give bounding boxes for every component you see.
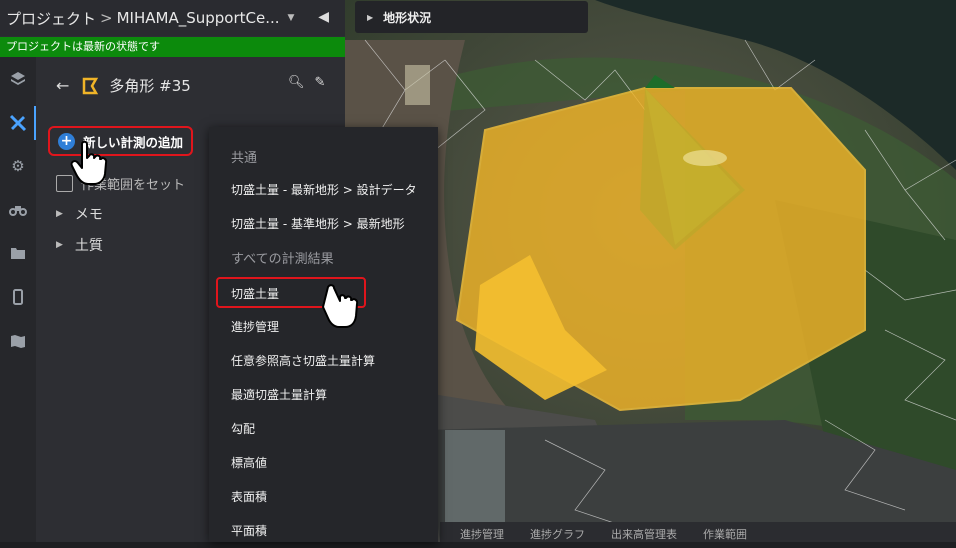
menu-item-cutfill-latest-design[interactable]: 切盛土量 - 最新地形 > 設計データ bbox=[231, 181, 417, 198]
back-arrow-icon[interactable]: ← bbox=[56, 76, 69, 95]
breadcrumb-root[interactable]: プロジェクト bbox=[6, 8, 96, 29]
menu-item-elevation[interactable]: 標高値 bbox=[231, 454, 267, 471]
menu-item-surface-area[interactable]: 表面積 bbox=[231, 488, 267, 505]
polygon-icon bbox=[83, 77, 99, 94]
breadcrumb-separator: > bbox=[100, 9, 113, 27]
breadcrumb: プロジェクト > MIHAMA_SupportCe... ▼ ◀ bbox=[0, 0, 345, 36]
tree-item-soil[interactable]: ▶ 土質 bbox=[56, 235, 103, 255]
tree-item-label: 土質 bbox=[74, 238, 103, 254]
zoom-icon[interactable]: 🔍︎ bbox=[288, 75, 305, 90]
chevron-down-icon[interactable]: ▼ bbox=[288, 13, 295, 23]
title-actions: 🔍︎ ✎ bbox=[288, 75, 325, 90]
terrain-status-tab[interactable]: ▶ 地形状況 bbox=[355, 1, 588, 33]
project-name[interactable]: MIHAMA_SupportCe... bbox=[117, 9, 280, 27]
expand-icon: ▶ bbox=[367, 12, 374, 22]
status-bar: プロジェクトは最新の状態です bbox=[0, 37, 345, 57]
menu-item-cutfill-base-latest[interactable]: 切盛土量 - 基準地形 > 最新地形 bbox=[231, 215, 405, 232]
add-measurement-menu: 共通 切盛土量 - 最新地形 > 設計データ 切盛土量 - 基準地形 > 最新地… bbox=[209, 127, 438, 542]
menu-item-plan-area[interactable]: 平面積 bbox=[231, 522, 267, 539]
drone-icon[interactable] bbox=[4, 196, 32, 224]
layers-icon[interactable] bbox=[4, 65, 32, 93]
edit-pencil-icon[interactable]: ✎ bbox=[315, 75, 326, 90]
polygon-header: ← 多角形 #35 bbox=[56, 75, 191, 96]
collapse-panel-icon[interactable]: ◀ bbox=[318, 9, 329, 25]
tab-progress-graph[interactable]: 進捗グラフ bbox=[530, 522, 585, 542]
hand-cursor-icon bbox=[322, 284, 359, 328]
hand-cursor-icon bbox=[70, 140, 108, 185]
terrain-tab-label: 地形状況 bbox=[383, 10, 432, 25]
tab-output-table[interactable]: 出来高管理表 bbox=[611, 522, 677, 542]
side-rail: ⚙ bbox=[0, 57, 36, 542]
mobile-icon[interactable] bbox=[4, 283, 32, 311]
expand-arrow-icon: ▶ bbox=[56, 209, 63, 219]
menu-item-progress[interactable]: 進捗管理 bbox=[231, 318, 279, 335]
active-indicator bbox=[34, 106, 36, 140]
tab-work-area[interactable]: 作業範囲 bbox=[703, 522, 747, 542]
menu-section-common: 共通 bbox=[231, 151, 258, 166]
tab-progress[interactable]: 進捗管理 bbox=[460, 522, 504, 542]
menu-section-all-results: すべての計測結果 bbox=[231, 252, 334, 267]
menu-item-cutfill[interactable]: 切盛土量 bbox=[231, 285, 279, 302]
menu-item-optimal-cutfill[interactable]: 最適切盛土量計算 bbox=[231, 386, 327, 403]
map-icon[interactable] bbox=[4, 327, 32, 355]
tree-item-memo[interactable]: ▶ メモ bbox=[56, 204, 103, 224]
menu-item-arbitrary-height[interactable]: 任意参照高さ切盛土量計算 bbox=[231, 352, 375, 369]
polygon-title: 多角形 #35 bbox=[109, 77, 191, 95]
menu-item-slope[interactable]: 勾配 bbox=[231, 420, 255, 437]
measure-icon[interactable] bbox=[4, 109, 32, 137]
expand-arrow-icon: ▶ bbox=[56, 240, 63, 250]
tree-item-label: メモ bbox=[74, 207, 103, 223]
gear-icon[interactable]: ⚙ bbox=[4, 152, 32, 180]
bottom-tab-bar: 進捗管理 進捗グラフ 出来高管理表 作業範囲 bbox=[440, 522, 956, 542]
folder-icon[interactable] bbox=[4, 239, 32, 267]
